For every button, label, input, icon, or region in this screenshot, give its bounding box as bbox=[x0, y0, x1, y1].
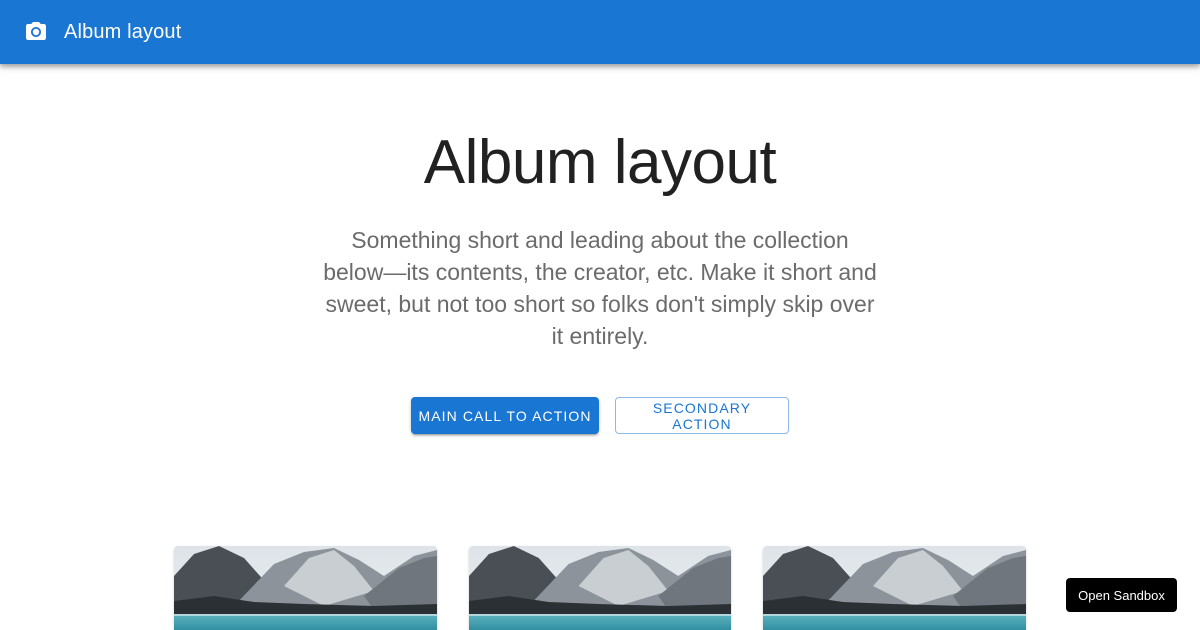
secondary-action-button[interactable]: Secondary action bbox=[615, 397, 789, 434]
app-bar: Album layout bbox=[0, 0, 1200, 64]
mountain-lake-image bbox=[763, 546, 1026, 630]
album-card[interactable] bbox=[763, 546, 1026, 630]
hero-actions: Main call to action Secondary action bbox=[0, 397, 1200, 434]
page-title: Album layout bbox=[423, 128, 777, 197]
hero-section: Album layout Something short and leading… bbox=[0, 64, 1200, 352]
album-card[interactable] bbox=[174, 546, 437, 630]
mountain-lake-image bbox=[174, 546, 437, 630]
camera-icon bbox=[24, 20, 48, 44]
open-sandbox-button[interactable]: Open Sandbox bbox=[1066, 578, 1177, 612]
app-title: Album layout bbox=[64, 20, 182, 43]
mountain-lake-image bbox=[469, 546, 731, 630]
hero-subtitle: Something short and leading about the co… bbox=[323, 227, 877, 349]
main-call-to-action-button[interactable]: Main call to action bbox=[411, 397, 599, 434]
album-card[interactable] bbox=[469, 546, 731, 630]
